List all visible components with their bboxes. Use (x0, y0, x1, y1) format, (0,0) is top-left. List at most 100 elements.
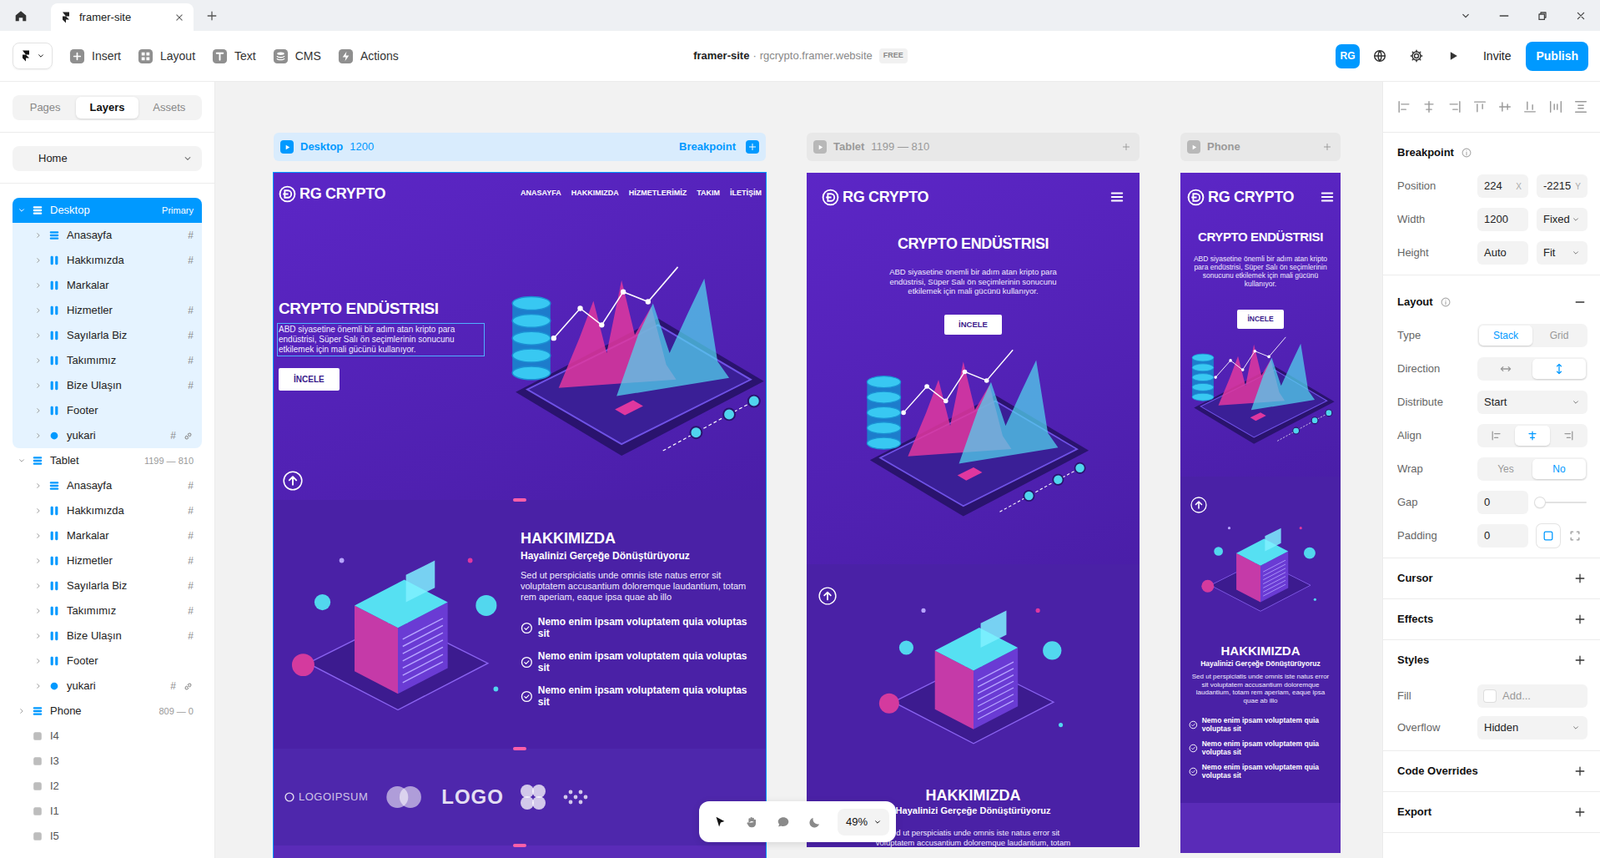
settings-button[interactable] (1399, 48, 1434, 64)
collapse-icon[interactable] (1573, 295, 1587, 309)
layer-name[interactable]: Takımımız (66, 352, 116, 369)
expand-icon[interactable] (33, 555, 44, 566)
segment-option[interactable] (1479, 358, 1533, 379)
actions-menu-button[interactable]: Actions (337, 47, 399, 66)
number-input[interactable]: -2215Y (1536, 174, 1588, 198)
layer-name[interactable]: Phone (50, 702, 82, 720)
site-settings-button[interactable] (1363, 48, 1397, 64)
frame-name[interactable]: Desktop (300, 138, 343, 156)
minimize-button[interactable] (1484, 0, 1524, 31)
layer-name[interactable]: Footer (66, 402, 99, 419)
align-button[interactable] (1548, 99, 1564, 115)
breakpoint-button[interactable]: Breakpoint (679, 138, 736, 156)
layer-name[interactable]: Hakkımızda (66, 251, 125, 269)
layer-name[interactable]: Tablet (50, 452, 80, 469)
input-value[interactable]: 0 (1484, 527, 1490, 544)
expand-icon[interactable] (33, 305, 44, 316)
comment-tool-button[interactable] (769, 807, 798, 836)
menu-button[interactable] (1109, 189, 1125, 205)
layer-name[interactable]: Bize Ulaşın (66, 627, 122, 645)
section-resize-handle[interactable] (513, 746, 527, 750)
preview-button[interactable] (1436, 49, 1470, 63)
select-value[interactable]: Hidden (1484, 719, 1519, 736)
expand-icon[interactable] (33, 330, 44, 341)
layer-name[interactable]: I3 (50, 752, 60, 770)
site-logo[interactable]: RG CRYPTO (278, 182, 386, 206)
menu-label[interactable]: CMS (295, 47, 322, 66)
expand-icon[interactable] (16, 455, 27, 466)
layer-name[interactable]: Anasayfa (66, 226, 112, 244)
segment-option[interactable] (1479, 425, 1515, 446)
expand-icon[interactable] (33, 480, 44, 491)
info-icon[interactable] (1439, 296, 1452, 308)
invite-button[interactable]: Invite (1473, 42, 1521, 71)
expand-icon[interactable] (33, 505, 44, 516)
menu-label[interactable]: Layout (160, 47, 196, 66)
nav-link[interactable]: TAKIM (696, 187, 720, 200)
back-to-top-button[interactable] (282, 470, 303, 491)
fill-input[interactable]: Add... (1477, 684, 1588, 708)
layer-row[interactable]: yukari# (12, 422, 202, 448)
add-button[interactable] (1573, 764, 1587, 778)
logo-text[interactable]: RG CRYPTO (842, 186, 929, 209)
layer-row[interactable]: Hizmetler# (12, 548, 202, 574)
layer-row[interactable]: I2 (12, 773, 202, 799)
frame-name[interactable]: Phone (1207, 138, 1241, 156)
expand-icon[interactable] (33, 355, 44, 366)
tab-label[interactable]: Assets (152, 99, 186, 116)
info-icon[interactable] (1460, 146, 1473, 159)
number-input[interactable]: 1200 (1477, 207, 1529, 232)
layer-row[interactable]: Anasayfa# (12, 222, 202, 248)
segment-option[interactable]: No (1532, 458, 1586, 479)
align-button[interactable] (1573, 99, 1589, 115)
menu-label[interactable]: Insert (91, 47, 121, 66)
layer-row[interactable]: Takımımız# (12, 598, 202, 624)
home-button[interactable] (0, 0, 42, 31)
layer-name[interactable]: Footer (66, 652, 99, 670)
input-value[interactable]: Auto (1484, 244, 1507, 262)
layer-row[interactable]: Hizmetler# (12, 297, 202, 323)
layout-menu-button[interactable]: Layout (137, 47, 196, 66)
input-value[interactable]: 224 (1484, 177, 1503, 195)
layer-name[interactable]: Hakkımızda (66, 502, 125, 519)
expand-icon[interactable] (33, 530, 44, 541)
site-logo[interactable]: RG CRYPTO (821, 186, 929, 209)
publish-button[interactable]: Publish (1525, 41, 1589, 71)
slider-thumb[interactable] (1534, 497, 1545, 508)
menu-button[interactable] (1319, 189, 1335, 205)
layer-row[interactable]: I4 (12, 723, 202, 749)
input-value[interactable]: -2215 (1543, 177, 1571, 195)
add-button[interactable] (1573, 571, 1587, 585)
layer-row[interactable]: Hakkımızda# (12, 247, 202, 273)
insert-menu-button[interactable]: Insert (69, 47, 121, 66)
section-resize-handle[interactable] (513, 498, 527, 502)
cms-menu-button[interactable]: CMS (272, 47, 322, 66)
align-button[interactable] (1447, 99, 1463, 115)
back-to-top-button[interactable] (1190, 496, 1208, 514)
align-button[interactable] (1522, 99, 1538, 115)
segment-option[interactable]: Yes (1479, 458, 1533, 479)
project-name[interactable]: framer-site (693, 47, 750, 65)
expand-icon[interactable] (33, 605, 44, 616)
layer-name[interactable]: Desktop (50, 201, 91, 219)
input-value[interactable]: 0 (1484, 493, 1490, 511)
tab-title[interactable]: framer-site (79, 9, 167, 26)
segment-option[interactable] (1532, 358, 1586, 379)
nav-link[interactable]: ANASAYFA (520, 187, 562, 200)
layer-name[interactable]: Bize Ulaşın (66, 377, 122, 394)
fill-placeholder[interactable]: Add... (1502, 687, 1531, 705)
logo-text[interactable]: RG CRYPTO (1207, 186, 1294, 209)
theme-tool-button[interactable] (800, 807, 830, 836)
layer-name[interactable]: I4 (50, 727, 60, 745)
frame-header[interactable]: Desktop1200Breakpoint (273, 132, 766, 162)
layer-row[interactable]: Hakkımızda# (12, 498, 202, 524)
layer-row[interactable]: I3 (12, 748, 202, 774)
canvas[interactable]: Desktop1200BreakpointRG CRYPTOANASAYFAHA… (215, 81, 1383, 858)
layer-row[interactable]: Tablet1199 — 810 (12, 447, 202, 473)
frame-preview-button[interactable] (813, 140, 827, 154)
add-breakpoint-button[interactable] (1119, 140, 1133, 154)
section-title[interactable]: Effects (1397, 610, 1434, 628)
expand-icon[interactable] (33, 230, 44, 241)
section-title[interactable]: Styles (1397, 651, 1429, 669)
segment-option[interactable]: Grid (1532, 325, 1586, 346)
